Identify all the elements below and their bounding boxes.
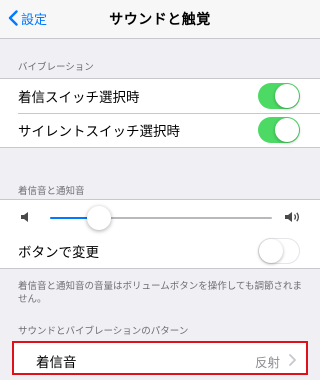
navigation-bar: 設定 サウンドと触覚 — [0, 0, 320, 39]
toggle-knob — [275, 118, 299, 142]
volume-slider-row — [0, 200, 320, 234]
section-header-ringer: 着信音と通知音 — [18, 186, 85, 197]
speaker-low-icon — [21, 212, 28, 222]
volume-slider-thumb[interactable] — [86, 206, 111, 230]
change-with-buttons-row: ボタンで変更 — [0, 234, 320, 268]
ringer-footer-note: 着信音と通知音の音量はボリュームボタンを操作しても調節されません。 — [18, 281, 302, 305]
change-with-buttons-toggle[interactable] — [258, 238, 300, 264]
section-header-vibration: バイブレーション — [18, 62, 94, 73]
toggle-knob — [275, 84, 299, 108]
section-header-patterns: サウンドとバイブレーションのパターン — [18, 326, 189, 337]
vibrate-on-silent-toggle[interactable] — [258, 117, 300, 143]
toggle-knob — [259, 239, 283, 263]
change-with-buttons-label: ボタンで変更 — [18, 245, 99, 261]
speaker-high-icon — [285, 212, 300, 222]
vibrate-on-ring-row: 着信スイッチ選択時 — [0, 79, 320, 113]
ringtone-value: 反射 — [254, 355, 280, 370]
ringer-group: ボタンで変更 — [0, 199, 320, 269]
page-title: サウンドと触覚 — [109, 12, 211, 28]
vibrate-on-silent-label: サイレントスイッチ選択時 — [18, 124, 180, 140]
vibrate-on-ring-toggle[interactable] — [258, 83, 300, 109]
ringtone-label: 着信音 — [36, 355, 77, 371]
vibrate-on-ring-label: 着信スイッチ選択時 — [18, 90, 140, 106]
volume-slider[interactable] — [50, 206, 272, 230]
ringtone-row[interactable]: 着信音 反射 — [12, 341, 308, 375]
vibration-group: 着信スイッチ選択時 サイレントスイッチ選択時 — [0, 78, 320, 148]
chevron-right-icon — [289, 354, 296, 366]
vibrate-on-silent-row: サイレントスイッチ選択時 — [0, 113, 320, 147]
